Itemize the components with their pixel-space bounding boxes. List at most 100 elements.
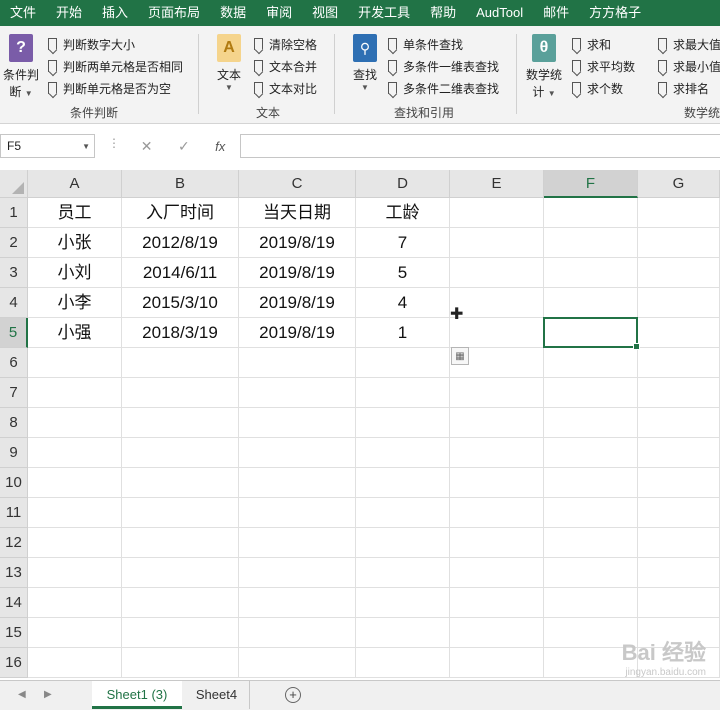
cell-b12[interactable] bbox=[122, 528, 239, 558]
cell-e3[interactable] bbox=[450, 258, 544, 288]
row-header-15[interactable]: 15 bbox=[0, 618, 28, 648]
name-box[interactable]: F5 ▼ bbox=[0, 134, 95, 158]
cell-a3[interactable]: 小刘 bbox=[28, 258, 122, 288]
cell-b11[interactable] bbox=[122, 498, 239, 528]
row-header-12[interactable]: 12 bbox=[0, 528, 28, 558]
cell-c3[interactable]: 2019/8/19 bbox=[239, 258, 356, 288]
row-header-5[interactable]: 5 bbox=[0, 318, 28, 348]
cell-g1[interactable] bbox=[638, 198, 720, 228]
next-sheet-icon[interactable]: ▶ bbox=[44, 689, 52, 700]
cell-e7[interactable] bbox=[450, 378, 544, 408]
cell-f12[interactable] bbox=[544, 528, 638, 558]
chevron-down-icon[interactable]: ▼ bbox=[82, 142, 90, 151]
cell-d16[interactable] bbox=[356, 648, 450, 678]
cell-a9[interactable] bbox=[28, 438, 122, 468]
quick-analysis-icon[interactable]: ▦ bbox=[451, 347, 469, 365]
cell-a5[interactable]: 小强 bbox=[28, 318, 122, 348]
more-options-icon[interactable]: ⋮ bbox=[108, 136, 120, 150]
cell-d3[interactable]: 5 bbox=[356, 258, 450, 288]
row-header-1[interactable]: 1 bbox=[0, 198, 28, 228]
cell-g8[interactable] bbox=[638, 408, 720, 438]
cell-d12[interactable] bbox=[356, 528, 450, 558]
cell-g3[interactable] bbox=[638, 258, 720, 288]
row-header-11[interactable]: 11 bbox=[0, 498, 28, 528]
cell-c15[interactable] bbox=[239, 618, 356, 648]
cell-c11[interactable] bbox=[239, 498, 356, 528]
tab-mail[interactable]: 邮件 bbox=[533, 0, 579, 26]
text-merge-button[interactable]: 文本合并 bbox=[254, 56, 317, 76]
cell-b2[interactable]: 2012/8/19 bbox=[122, 228, 239, 258]
cell-b1[interactable]: 入厂时间 bbox=[122, 198, 239, 228]
cell-c8[interactable] bbox=[239, 408, 356, 438]
cell-c2[interactable]: 2019/8/19 bbox=[239, 228, 356, 258]
cell-a1[interactable]: 员工 bbox=[28, 198, 122, 228]
cell-a11[interactable] bbox=[28, 498, 122, 528]
cell-a16[interactable] bbox=[28, 648, 122, 678]
cell-a10[interactable] bbox=[28, 468, 122, 498]
row-header-16[interactable]: 16 bbox=[0, 648, 28, 678]
cell-c13[interactable] bbox=[239, 558, 356, 588]
cell-a4[interactable]: 小李 bbox=[28, 288, 122, 318]
cell-e9[interactable] bbox=[450, 438, 544, 468]
math-stats-button[interactable]: θ 数学统 计 ▼ bbox=[524, 34, 564, 100]
cell-b16[interactable] bbox=[122, 648, 239, 678]
min-button[interactable]: 求最小值 bbox=[658, 56, 720, 76]
cell-a12[interactable] bbox=[28, 528, 122, 558]
cell-d7[interactable] bbox=[356, 378, 450, 408]
cell-a8[interactable] bbox=[28, 408, 122, 438]
cell-a7[interactable] bbox=[28, 378, 122, 408]
cell-d2[interactable]: 7 bbox=[356, 228, 450, 258]
cell-d9[interactable] bbox=[356, 438, 450, 468]
column-header-e[interactable]: E bbox=[450, 170, 544, 198]
cell-a14[interactable] bbox=[28, 588, 122, 618]
cell-b14[interactable] bbox=[122, 588, 239, 618]
cell-b4[interactable]: 2015/3/10 bbox=[122, 288, 239, 318]
single-condition-lookup-button[interactable]: 单条件查找 bbox=[388, 34, 463, 54]
row-header-10[interactable]: 10 bbox=[0, 468, 28, 498]
clear-spaces-button[interactable]: 清除空格 bbox=[254, 34, 317, 54]
judge-two-cells-same-button[interactable]: 判断两单元格是否相同 bbox=[48, 56, 183, 76]
cell-e4[interactable] bbox=[450, 288, 544, 318]
row-header-7[interactable]: 7 bbox=[0, 378, 28, 408]
tab-insert[interactable]: 插入 bbox=[92, 0, 138, 26]
cell-f9[interactable] bbox=[544, 438, 638, 468]
cell-f13[interactable] bbox=[544, 558, 638, 588]
column-header-a[interactable]: A bbox=[28, 170, 122, 198]
cell-e8[interactable] bbox=[450, 408, 544, 438]
cell-f6[interactable] bbox=[544, 348, 638, 378]
row-header-8[interactable]: 8 bbox=[0, 408, 28, 438]
cell-f7[interactable] bbox=[544, 378, 638, 408]
column-header-f[interactable]: F bbox=[544, 170, 638, 198]
cell-e2[interactable] bbox=[450, 228, 544, 258]
select-all-corner[interactable] bbox=[0, 170, 28, 198]
cell-d14[interactable] bbox=[356, 588, 450, 618]
cell-g4[interactable] bbox=[638, 288, 720, 318]
cell-e16[interactable] bbox=[450, 648, 544, 678]
cell-e5[interactable] bbox=[450, 318, 544, 348]
cell-c6[interactable] bbox=[239, 348, 356, 378]
cell-f4[interactable] bbox=[544, 288, 638, 318]
cell-d6[interactable] bbox=[356, 348, 450, 378]
cell-e10[interactable] bbox=[450, 468, 544, 498]
cell-c1[interactable]: 当天日期 bbox=[239, 198, 356, 228]
cell-f8[interactable] bbox=[544, 408, 638, 438]
add-sheet-icon[interactable]: + bbox=[285, 687, 301, 703]
count-button[interactable]: 求个数 bbox=[572, 78, 623, 98]
cell-e14[interactable] bbox=[450, 588, 544, 618]
cell-e11[interactable] bbox=[450, 498, 544, 528]
cell-b8[interactable] bbox=[122, 408, 239, 438]
cell-c5[interactable]: 2019/8/19 bbox=[239, 318, 356, 348]
condition-judge-button[interactable]: ? 条件判 断 ▼ bbox=[2, 34, 40, 100]
row-header-14[interactable]: 14 bbox=[0, 588, 28, 618]
cell-b5[interactable]: 2018/3/19 bbox=[122, 318, 239, 348]
cell-d8[interactable] bbox=[356, 408, 450, 438]
cell-d5[interactable]: 1 bbox=[356, 318, 450, 348]
tab-data[interactable]: 数据 bbox=[210, 0, 256, 26]
tab-developer[interactable]: 开发工具 bbox=[348, 0, 420, 26]
cell-f1[interactable] bbox=[544, 198, 638, 228]
cell-b9[interactable] bbox=[122, 438, 239, 468]
cell-d4[interactable]: 4 bbox=[356, 288, 450, 318]
cell-c16[interactable] bbox=[239, 648, 356, 678]
tab-fangfang[interactable]: 方方格子 bbox=[579, 0, 651, 26]
cell-c10[interactable] bbox=[239, 468, 356, 498]
